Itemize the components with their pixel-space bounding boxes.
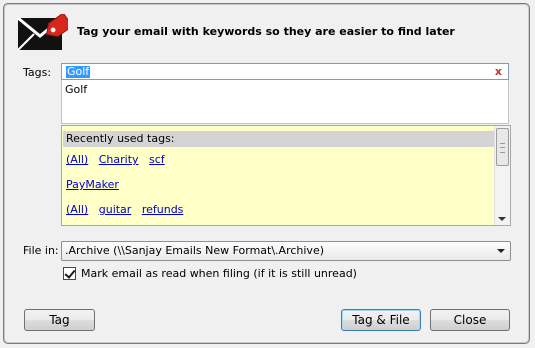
tag-suggestion-item[interactable]: Golf [65,83,87,96]
recent-tag-link-all-1[interactable]: (All) [66,153,88,166]
recent-tag-link-all-2[interactable]: (All) [66,203,88,216]
tag-and-file-button[interactable]: Tag & File [341,309,421,331]
close-button[interactable]: Close [430,309,510,331]
scrollbar-thumb[interactable] [496,128,509,166]
recent-tags-panel: Recently used tags: (All) Charity scf Pa… [61,125,511,226]
mark-read-checkbox[interactable] [63,267,76,280]
recent-tag-link-charity[interactable]: Charity [99,153,139,166]
recent-tags-header: Recently used tags: [63,131,494,147]
clear-tags-icon[interactable]: x [495,65,502,78]
tags-input[interactable]: Golf x [61,63,509,80]
tag-suggestion-list: Golf [61,80,509,124]
recent-tags-row-3: (All) guitar refunds [66,203,190,216]
email-tag-icon [17,14,68,51]
recent-tag-link-guitar[interactable]: guitar [99,203,132,216]
recent-tag-link-scf[interactable]: scf [149,153,165,166]
recent-tag-link-paymaker[interactable]: PayMaker [66,178,119,191]
scroll-down-arrow-icon[interactable] [498,217,506,221]
file-in-selected-value: .Archive (\\Sanjay Emails New Format\.Ar… [65,244,325,257]
tags-label: Tags: [23,66,52,79]
file-in-label: File in: [23,244,59,257]
recent-tags-row-1: (All) Charity scf [66,153,172,166]
recent-tags-scrollbar[interactable] [494,126,510,225]
mark-read-label[interactable]: Mark email as read when filing (if it is… [81,267,357,280]
chevron-down-icon [497,249,505,253]
scrollbar-grip-icon [500,143,505,153]
file-in-dropdown[interactable]: .Archive (\\Sanjay Emails New Format\.Ar… [61,241,511,261]
tag-button[interactable]: Tag [24,309,95,331]
checkmark-icon [64,267,76,279]
tags-input-selected-text: Golf [66,65,91,78]
recent-tag-link-refunds[interactable]: refunds [142,203,184,216]
recent-tags-row-2: PayMaker [66,178,126,191]
dialog-title: Tag your email with keywords so they are… [77,25,455,38]
